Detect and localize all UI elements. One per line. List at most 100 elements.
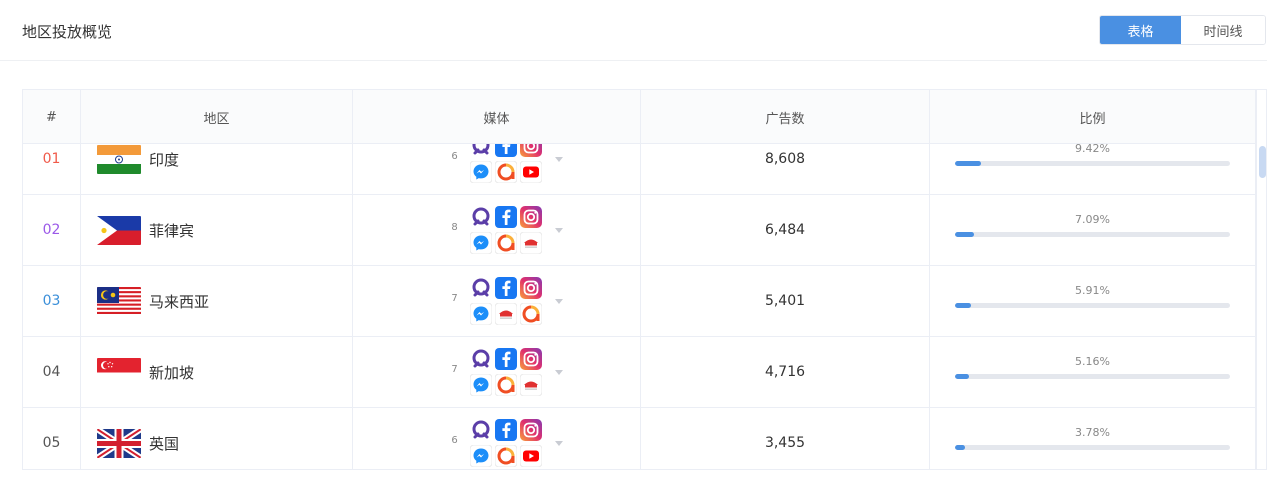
- ratio-label: 5.91%: [1075, 284, 1110, 297]
- table-row[interactable]: 04 新加坡 7 4,716 5.16%: [23, 337, 1256, 408]
- ratio-cell: 7.09%: [930, 195, 1256, 265]
- region-table: # 地区 媒体 广告数 比例 01 印度 6 8,608 9.42% 02 菲律…: [22, 89, 1267, 470]
- column-header-ads[interactable]: 广告数: [641, 90, 930, 144]
- audience-network-icon: [494, 232, 517, 254]
- chevron-down-icon[interactable]: [555, 299, 563, 304]
- messenger-icon: [469, 161, 492, 183]
- ratio-bar-fill: [955, 303, 972, 308]
- ads-count: 5,401: [764, 293, 806, 309]
- column-header-rank[interactable]: #: [23, 90, 81, 144]
- region-cell: 新加坡: [81, 337, 353, 407]
- audience-network-icon: [494, 445, 517, 467]
- quora-icon: [470, 419, 492, 441]
- chevron-down-icon[interactable]: [555, 228, 563, 233]
- messenger-icon: [469, 232, 492, 254]
- region-name: 马来西亚: [149, 292, 210, 311]
- facebook-icon: [494, 144, 517, 157]
- other-network-icon: [519, 374, 542, 396]
- media-cell[interactable]: 7: [353, 266, 641, 336]
- rank-cell: 04: [23, 337, 81, 407]
- instagram-icon: [519, 206, 542, 228]
- scrollbar-thumb[interactable]: [1259, 146, 1266, 178]
- region-cell: 英国: [81, 408, 353, 469]
- media-count: 7: [451, 292, 458, 304]
- ratio-label: 7.09%: [1075, 213, 1110, 226]
- facebook-icon: [494, 277, 517, 299]
- media-count: 8: [451, 221, 458, 233]
- ratio-bar: [955, 232, 1230, 237]
- ratio-label: 9.42%: [1075, 144, 1110, 155]
- media-icons: [469, 277, 542, 325]
- instagram-icon: [519, 277, 542, 299]
- view-toggle: 表格 时间线: [1099, 15, 1266, 45]
- facebook-icon: [494, 419, 517, 441]
- media-icons: [469, 348, 542, 396]
- media-icons: [469, 144, 542, 183]
- youtube-icon: [519, 445, 542, 467]
- audience-network-icon: [494, 161, 517, 183]
- ratio-bar-fill: [955, 445, 966, 450]
- ratio-label: 3.78%: [1075, 426, 1110, 439]
- region-name: 英国: [149, 434, 180, 453]
- media-cell[interactable]: 7: [353, 337, 641, 407]
- page-title: 地区投放概览: [22, 23, 113, 41]
- uk-flag-icon: [97, 428, 141, 458]
- table-body[interactable]: 01 印度 6 8,608 9.42% 02 菲律宾 8 6,484 7.09%…: [23, 144, 1256, 469]
- philippines-flag-icon: [97, 215, 141, 245]
- timeline-view-button[interactable]: 时间线: [1181, 16, 1265, 44]
- ratio-bar: [955, 161, 1230, 166]
- table-row[interactable]: 02 菲律宾 8 6,484 7.09%: [23, 195, 1256, 266]
- quora-icon: [470, 348, 492, 370]
- messenger-icon: [469, 445, 492, 467]
- media-icons: [469, 206, 542, 254]
- ratio-bar: [955, 303, 1230, 308]
- ads-count-cell: 8,608: [641, 144, 930, 194]
- table-row[interactable]: 03 马来西亚 7 5,401 5.91%: [23, 266, 1256, 337]
- page-header: 地区投放概览 表格 时间线: [0, 0, 1267, 61]
- table-row[interactable]: 05 英国 6 3,455 3.78%: [23, 408, 1256, 469]
- chevron-down-icon[interactable]: [555, 157, 563, 162]
- rank-cell: 02: [23, 195, 81, 265]
- chevron-down-icon[interactable]: [555, 441, 563, 446]
- ads-count: 3,455: [764, 435, 806, 451]
- ratio-bar-fill: [955, 374, 970, 379]
- quora-icon: [470, 206, 492, 228]
- rank-number: 02: [42, 222, 61, 238]
- ratio-cell: 9.42%: [930, 144, 1256, 194]
- audience-network-icon: [494, 374, 517, 396]
- other-network-icon: [519, 232, 542, 254]
- rank-number: 05: [42, 435, 61, 451]
- media-count: 6: [451, 150, 458, 162]
- table-header: # 地区 媒体 广告数 比例: [23, 90, 1256, 144]
- column-header-region[interactable]: 地区: [81, 90, 353, 144]
- ratio-cell: 3.78%: [930, 408, 1256, 469]
- instagram-icon: [519, 348, 542, 370]
- instagram-icon: [519, 144, 542, 157]
- ads-count: 6,484: [764, 222, 806, 238]
- facebook-icon: [494, 348, 517, 370]
- column-header-ratio[interactable]: 比例: [930, 90, 1256, 144]
- chevron-down-icon[interactable]: [555, 370, 563, 375]
- audience-network-icon: [519, 303, 542, 325]
- media-cell[interactable]: 6: [353, 144, 641, 194]
- table-view-button[interactable]: 表格: [1100, 16, 1182, 44]
- media-cell[interactable]: 6: [353, 408, 641, 469]
- table-row[interactable]: 01 印度 6 8,608 9.42%: [23, 144, 1256, 195]
- column-header-media[interactable]: 媒体: [353, 90, 641, 144]
- ads-count-cell: 5,401: [641, 266, 930, 336]
- ratio-label: 5.16%: [1075, 355, 1110, 368]
- region-name: 菲律宾: [149, 221, 195, 240]
- rank-number: 03: [42, 293, 61, 309]
- media-cell[interactable]: 8: [353, 195, 641, 265]
- rank-cell: 01: [23, 144, 81, 194]
- ratio-cell: 5.16%: [930, 337, 1256, 407]
- india-flag-icon: [97, 144, 141, 174]
- vertical-scrollbar[interactable]: [1256, 90, 1266, 469]
- region-cell: 印度: [81, 144, 353, 194]
- region-cell: 马来西亚: [81, 266, 353, 336]
- quora-icon: [470, 277, 492, 299]
- youtube-icon: [519, 161, 542, 183]
- media-icons: [469, 419, 542, 467]
- messenger-icon: [469, 303, 492, 325]
- region-name: 印度: [149, 150, 180, 169]
